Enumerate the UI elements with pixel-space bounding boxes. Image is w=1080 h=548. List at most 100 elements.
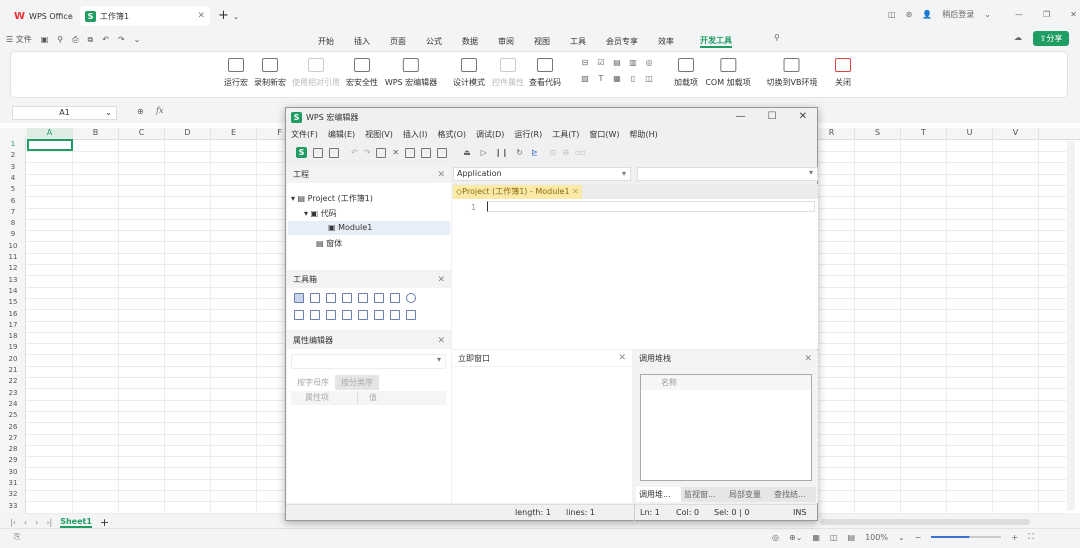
callstack-tab[interactable]: 局部变量 (726, 487, 771, 502)
row-header[interactable]: 27 (0, 434, 26, 442)
row-header[interactable]: 12 (0, 264, 26, 272)
radio-control-icon[interactable]: ◎ (641, 58, 657, 67)
label-control-icon[interactable]: T (593, 74, 609, 83)
redo-icon[interactable]: ↷ (118, 35, 125, 44)
close-properties-icon[interactable]: ✕ (437, 336, 445, 346)
code-tab[interactable]: ◇Project (工作簿1) - Module1 ✕ (453, 185, 582, 199)
zoom-slider[interactable] (931, 536, 1002, 538)
page-layout-icon[interactable]: ◫ (830, 533, 838, 542)
column-header[interactable]: T (901, 128, 947, 139)
editor-menu-item[interactable]: 运行(R) (514, 129, 542, 140)
page-break-icon[interactable]: ▤ (848, 533, 856, 542)
design-mode-icon[interactable]: ⊵ (531, 148, 538, 157)
editor-menu-item[interactable]: 格式(O) (437, 129, 466, 140)
tab-alphabetic[interactable]: 按字母序 (291, 375, 335, 390)
zoom-level[interactable]: 100% (865, 533, 888, 542)
row-header[interactable]: 7 (0, 208, 26, 216)
macro-record-icon[interactable]: ⎘ (14, 532, 20, 542)
row-header[interactable]: 25 (0, 411, 26, 419)
menu-tab[interactable]: 数据 (462, 36, 478, 47)
row-header[interactable]: 18 (0, 332, 26, 340)
redo-icon[interactable]: ↷ (364, 148, 371, 157)
menu-tab[interactable]: 开始 (318, 36, 334, 47)
eye-protect-icon[interactable]: ◎ (772, 533, 779, 542)
image-control-icon[interactable]: ▨ (577, 74, 593, 83)
layout-icon[interactable]: ◫ (888, 10, 896, 19)
editor-menu-item[interactable]: 窗口(W) (589, 129, 619, 140)
menu-tab[interactable]: 会员专享 (606, 36, 638, 47)
cloud-icon[interactable]: ☁ (1014, 33, 1022, 42)
editor-menu-item[interactable]: 文件(F) (291, 129, 318, 140)
column-header[interactable]: B (73, 128, 119, 139)
checkbox-control-icon[interactable]: ☑ (593, 58, 609, 67)
restore-icon[interactable]: ❐ (1043, 10, 1050, 19)
zoom-out-icon[interactable]: − (915, 533, 922, 542)
row-header[interactable]: 13 (0, 276, 26, 284)
listbox-control-icon[interactable]: ▤ (609, 58, 625, 67)
close-project-pane-icon[interactable]: ✕ (437, 170, 445, 180)
import-icon[interactable] (329, 147, 339, 158)
fullscreen-icon[interactable]: ⛶ (1028, 532, 1034, 542)
step-out-icon[interactable]: ▫▫ (575, 148, 586, 157)
copy-icon[interactable] (376, 147, 387, 158)
zoom-in-icon[interactable]: + (1011, 533, 1018, 542)
row-header[interactable]: 28 (0, 445, 26, 453)
active-cell[interactable] (27, 139, 73, 151)
row-header[interactable]: 17 (0, 321, 26, 329)
prev-sheet-icon[interactable]: ‹ (24, 518, 27, 527)
row-header[interactable]: 31 (0, 479, 26, 487)
row-header[interactable]: 9 (0, 230, 26, 238)
row-header[interactable]: 21 (0, 366, 26, 374)
ribbon-button[interactable]: WPS 宏编辑器 (385, 58, 437, 88)
tree-project-root[interactable]: ▾ ▤ Project (工作簿1) (291, 193, 373, 204)
textbox-control-icon[interactable]: ▦ (609, 74, 625, 83)
callstack-tab[interactable]: 监视窗... (681, 487, 726, 502)
editor-menu-item[interactable]: 帮助(H) (630, 129, 658, 140)
export-icon[interactable]: ⏏ (463, 148, 471, 157)
menu-tab[interactable]: 视图 (534, 36, 550, 47)
menu-tab[interactable]: 公式 (426, 36, 442, 47)
object-select[interactable]: ▾ (291, 354, 446, 369)
search-icon[interactable]: ⚲ (774, 33, 780, 42)
tree-module1[interactable]: ▣ Module1 (288, 221, 450, 235)
login-button[interactable]: 稍后登录 (942, 9, 974, 20)
row-header[interactable]: 4 (0, 174, 26, 182)
immediate-pane[interactable]: 立即窗口 ✕ (452, 350, 632, 503)
avatar[interactable]: 👤 (922, 10, 932, 19)
row-header[interactable]: 23 (0, 389, 26, 397)
next-sheet-icon[interactable]: › (35, 518, 38, 527)
editor-maximize-icon[interactable]: ☐ (768, 111, 777, 122)
ribbon-button[interactable]: 运行宏 (224, 58, 248, 88)
row-header[interactable]: 2 (0, 151, 26, 159)
close-window-icon[interactable]: ✕ (1070, 10, 1077, 19)
cell-mode-icon[interactable]: ⊕⌄ (789, 533, 802, 542)
name-box[interactable]: A1 ⌄ (12, 106, 117, 120)
row-header[interactable]: 15 (0, 298, 26, 306)
editor-menu-item[interactable]: 视图(V) (365, 129, 393, 140)
close-tab-icon[interactable]: ✕ (197, 11, 205, 21)
row-header[interactable]: 8 (0, 219, 26, 227)
close-toolbox-icon[interactable]: ✕ (437, 275, 445, 285)
insert-function-button[interactable]: fx (156, 106, 163, 115)
toolbox-controls[interactable] (291, 292, 441, 326)
save-icon[interactable]: ▣ (41, 35, 49, 44)
file-menu[interactable]: ☰ 文件 (6, 34, 32, 45)
editor-menu-item[interactable]: 工具(T) (552, 129, 579, 140)
column-header[interactable]: V (993, 128, 1039, 139)
editor-menu-item[interactable]: 调试(D) (476, 129, 504, 140)
row-header[interactable]: 5 (0, 185, 26, 193)
undo-icon[interactable]: ↶ (102, 35, 109, 44)
print-icon[interactable]: ⎙ (72, 35, 78, 45)
tab-categorized[interactable]: 按分类序 (335, 375, 379, 390)
first-sheet-icon[interactable]: |‹ (10, 518, 16, 527)
row-header[interactable]: 10 (0, 242, 26, 250)
column-header[interactable]: U (947, 128, 993, 139)
zoom-formula-icon[interactable]: ⊕ (137, 107, 144, 116)
preview-icon[interactable]: ⧉ (88, 35, 94, 45)
skin-icon[interactable]: ⊛ (906, 10, 913, 19)
spin-control-icon[interactable]: ▯ (625, 74, 641, 83)
row-header[interactable]: 3 (0, 163, 26, 171)
ribbon-button[interactable]: 宏安全性 (346, 58, 378, 88)
ribbon-button[interactable]: 加载项 (674, 58, 698, 88)
callstack-tab[interactable]: 查找结... (771, 487, 816, 502)
